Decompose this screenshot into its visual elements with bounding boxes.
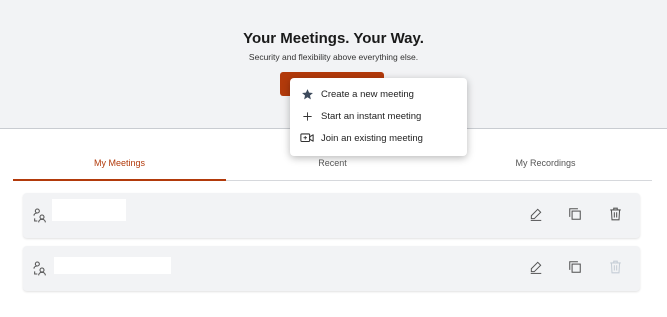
meeting-row[interactable] bbox=[23, 193, 640, 238]
new-meeting-dropdown: Create a new meeting Start an instant me… bbox=[290, 78, 467, 156]
menu-item-join-meeting[interactable]: Join an existing meeting bbox=[290, 127, 467, 149]
hero-title: Your Meetings. Your Way. bbox=[243, 30, 424, 47]
video-join-icon bbox=[300, 131, 314, 145]
tab-my-meetings[interactable]: My Meetings bbox=[13, 150, 226, 181]
tab-my-recordings[interactable]: My Recordings bbox=[439, 150, 652, 180]
tab-recent[interactable]: Recent bbox=[226, 150, 439, 180]
menu-item-label: Start an instant meeting bbox=[321, 110, 422, 122]
meetings-tabs: My Meetings Recent My Recordings bbox=[13, 150, 652, 181]
edit-icon[interactable] bbox=[528, 259, 544, 275]
delete-icon[interactable] bbox=[607, 206, 623, 222]
menu-item-label: Create a new meeting bbox=[321, 88, 414, 100]
plus-icon bbox=[300, 109, 314, 123]
meeting-name-redacted bbox=[54, 257, 171, 274]
meeting-row[interactable] bbox=[23, 246, 640, 291]
hero-subtitle: Security and flexibility above everythin… bbox=[248, 52, 419, 62]
meeting-participants-icon bbox=[32, 207, 48, 223]
edit-icon[interactable] bbox=[528, 206, 544, 222]
menu-item-label: Join an existing meeting bbox=[321, 132, 423, 144]
meeting-participants-icon bbox=[32, 260, 48, 276]
copy-icon[interactable] bbox=[567, 206, 583, 222]
copy-icon[interactable] bbox=[567, 259, 583, 275]
meeting-name-redacted bbox=[52, 199, 126, 221]
menu-item-create-meeting[interactable]: Create a new meeting bbox=[290, 83, 467, 105]
menu-item-instant-meeting[interactable]: Start an instant meeting bbox=[290, 105, 467, 127]
delete-icon-disabled bbox=[607, 259, 623, 275]
star-icon bbox=[300, 87, 314, 101]
